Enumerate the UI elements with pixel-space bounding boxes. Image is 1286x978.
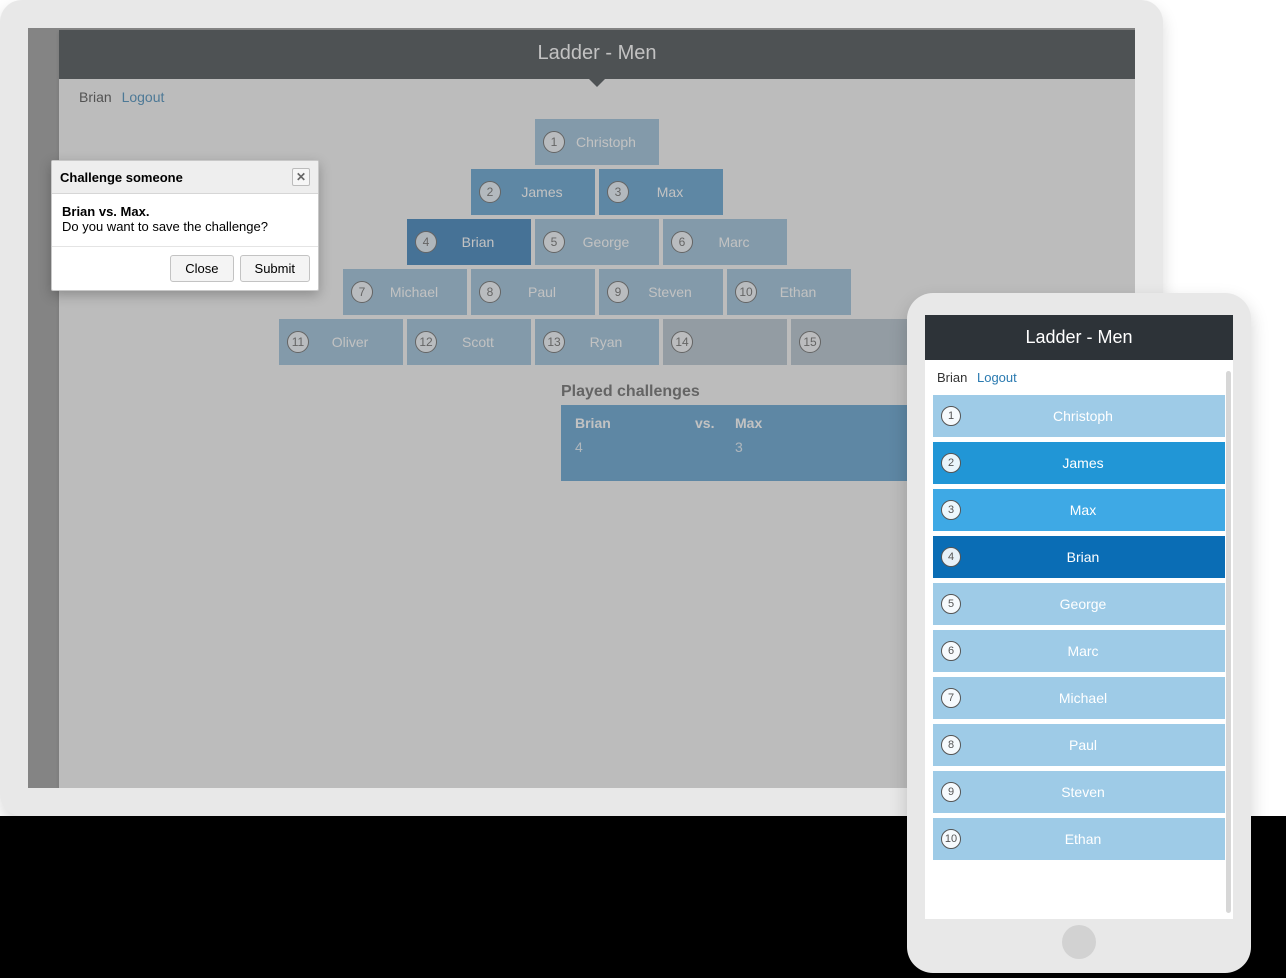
match-p1-rank: 4 <box>575 439 685 471</box>
player-name: Michael <box>361 284 467 300</box>
phone-logout-link[interactable]: Logout <box>977 370 1017 385</box>
player-name: Christoph <box>941 408 1225 424</box>
player-name: George <box>941 596 1225 612</box>
phone-page-title: Ladder - Men <box>925 315 1233 360</box>
match-sub-spacer <box>695 439 725 471</box>
ladder-cell[interactable]: 12Scott <box>407 319 531 365</box>
dialog-message: Do you want to save the challenge? <box>62 219 308 234</box>
phone-ladder-item[interactable]: 8Paul <box>933 724 1225 766</box>
player-name: Marc <box>681 234 787 250</box>
phone-ladder-item[interactable]: 4Brian <box>933 536 1225 578</box>
ladder-cell[interactable]: 9Steven <box>599 269 723 315</box>
player-name: Christoph <box>553 134 659 150</box>
dialog-body: Brian vs. Max. Do you want to save the c… <box>52 194 318 246</box>
phone-user-bar: Brian Logout <box>925 360 1233 395</box>
player-name: Scott <box>425 334 531 350</box>
player-name: James <box>489 184 595 200</box>
player-name: Paul <box>489 284 595 300</box>
player-name: Steven <box>941 784 1225 800</box>
phone-ladder-item[interactable]: 7Michael <box>933 677 1225 719</box>
current-user: Brian <box>79 89 112 105</box>
submit-button[interactable]: Submit <box>240 255 310 282</box>
phone-home-button[interactable] <box>1062 925 1096 959</box>
close-icon[interactable]: ✕ <box>292 168 310 186</box>
rank-badge: 15 <box>799 331 821 353</box>
logout-link[interactable]: Logout <box>122 89 165 105</box>
dialog-footer: Close Submit <box>52 246 318 290</box>
ladder-cell[interactable]: 2James <box>471 169 595 215</box>
player-name: Ryan <box>553 334 659 350</box>
ladder-row: 1Christoph <box>535 119 659 165</box>
player-name: Oliver <box>297 334 403 350</box>
ladder-cell: 15 <box>791 319 915 365</box>
ladder-cell[interactable]: 4Brian <box>407 219 531 265</box>
player-name: Brian <box>941 549 1225 565</box>
phone-ladder-item[interactable]: 2James <box>933 442 1225 484</box>
ladder-cell[interactable]: 7Michael <box>343 269 467 315</box>
ladder-row: 4Brian5George6Marc <box>407 219 787 265</box>
phone-ladder-item[interactable]: 3Max <box>933 489 1225 531</box>
page-title: Ladder - Men <box>59 30 1135 79</box>
challenge-dialog: Challenge someone ✕ Brian vs. Max. Do yo… <box>51 160 319 291</box>
player-name: Michael <box>941 690 1225 706</box>
phone-screen: Ladder - Men Brian Logout 1Christoph 2Jam… <box>925 315 1233 919</box>
player-name: Paul <box>941 737 1225 753</box>
player-name: Marc <box>941 643 1225 659</box>
ladder-row: 11Oliver12Scott13Ryan 14 15 <box>279 319 915 365</box>
phone-ladder-item[interactable]: 6Marc <box>933 630 1225 672</box>
player-name: Max <box>617 184 723 200</box>
ladder-cell[interactable]: 11Oliver <box>279 319 403 365</box>
rank-badge: 14 <box>671 331 693 353</box>
ladder-cell[interactable]: 13Ryan <box>535 319 659 365</box>
ladder-cell[interactable]: 1Christoph <box>535 119 659 165</box>
player-name: George <box>553 234 659 250</box>
player-name: Brian <box>425 234 531 250</box>
player-name: Max <box>941 502 1225 518</box>
match-p2-rank: 3 <box>735 439 825 471</box>
ladder-row: 2James3Max <box>471 169 723 215</box>
phone-ladder-item[interactable]: 10Ethan <box>933 818 1225 860</box>
player-name: Ethan <box>941 831 1225 847</box>
phone-ladder-list: 1Christoph 2James 3Max 4Brian 5George 6Marc 7M… <box>925 395 1233 860</box>
dialog-header: Challenge someone ✕ <box>52 161 318 194</box>
ladder-cell[interactable]: 3Max <box>599 169 723 215</box>
match-vs: vs. <box>695 415 725 431</box>
player-name: Steven <box>617 284 723 300</box>
ladder-cell[interactable]: 5George <box>535 219 659 265</box>
ladder-row: 7Michael8Paul9Steven10Ethan <box>343 269 851 315</box>
match-player1: Brian <box>575 415 685 431</box>
phone-scrollbar[interactable] <box>1226 371 1231 913</box>
phone-ladder-item[interactable]: 9Steven <box>933 771 1225 813</box>
dialog-headline: Brian vs. Max. <box>62 204 308 219</box>
ladder-cell[interactable]: 10Ethan <box>727 269 851 315</box>
match-player2: Max <box>735 415 825 431</box>
player-name: Ethan <box>745 284 851 300</box>
close-button[interactable]: Close <box>170 255 233 282</box>
phone-ladder-item[interactable]: 1Christoph <box>933 395 1225 437</box>
ladder-cell[interactable]: 6Marc <box>663 219 787 265</box>
phone-frame: Ladder - Men Brian Logout 1Christoph 2Jam… <box>907 293 1251 973</box>
player-name: James <box>941 455 1225 471</box>
ladder-cell: 14 <box>663 319 787 365</box>
phone-ladder-item[interactable]: 5George <box>933 583 1225 625</box>
ladder-cell[interactable]: 8Paul <box>471 269 595 315</box>
phone-current-user: Brian <box>937 370 967 385</box>
dialog-title: Challenge someone <box>60 170 183 185</box>
